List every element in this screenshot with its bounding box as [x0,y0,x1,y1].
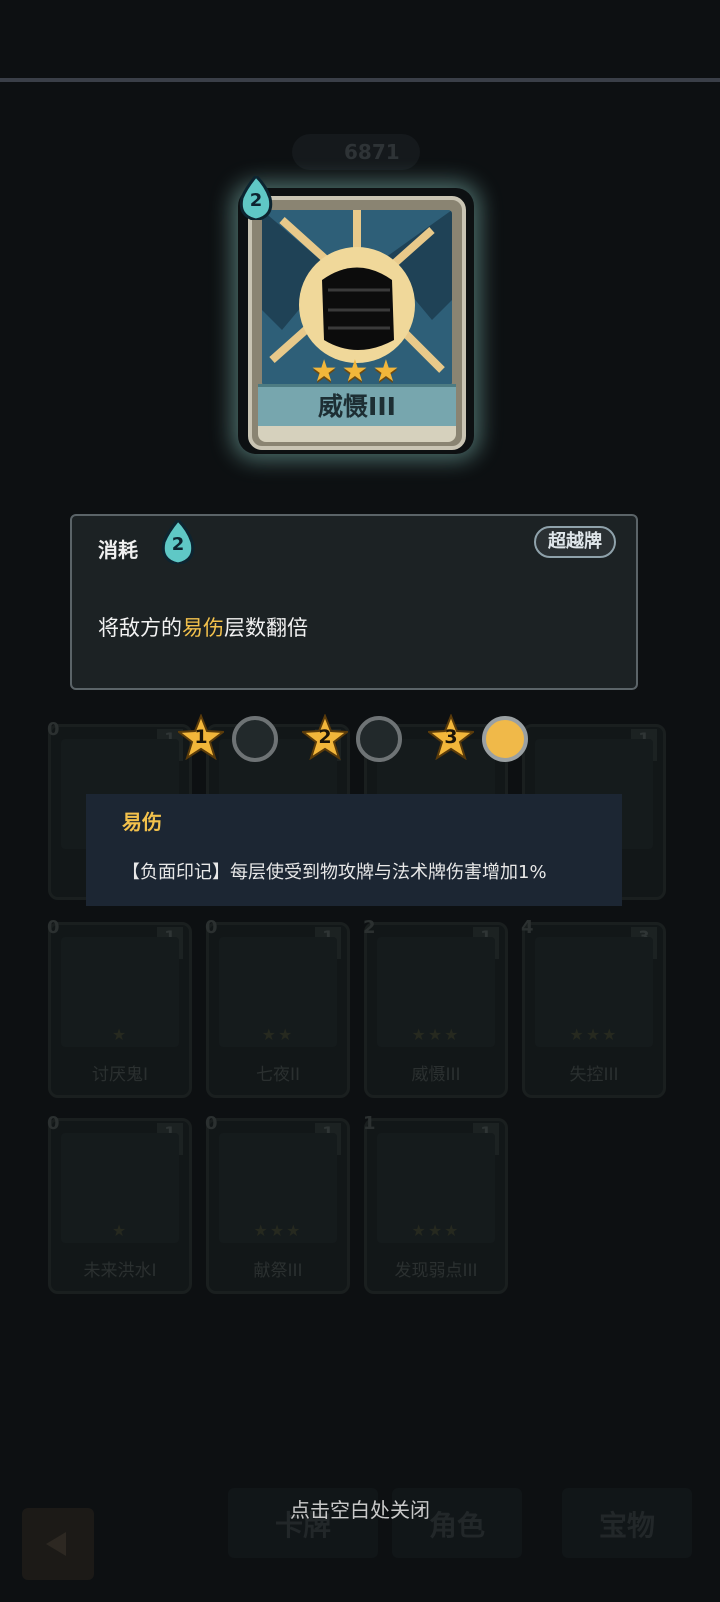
card-cost: 0 [205,917,218,938]
currency-value: 6871 [344,140,400,164]
card-cost: 4 [521,917,534,938]
level-star-icon: 2 [300,713,350,761]
desc-suffix: 层数翻倍 [224,616,308,640]
level-star-icon: 1 [176,713,226,761]
card-stars: ★★★ [253,1221,303,1240]
card-cost: 0 [47,719,60,740]
tooltip-title: 易伤 [122,810,162,834]
deck-card[interactable]: 1 1 ★★★ 发现弱点III [363,1113,508,1294]
card-cost: 0 [47,1113,60,1134]
card-cost: 0 [205,1113,218,1134]
card-description: 将敌方的易伤层数翻倍 [98,612,308,642]
cost-flame-icon: 2 [236,173,276,222]
level-option-3[interactable]: 3 [426,713,528,762]
featured-card: ★★★ 威慑III [248,196,466,450]
top-divider [0,78,720,82]
deck-card[interactable]: 4 3 ★★★ 失控III [521,917,666,1098]
level-option-2[interactable]: 2 [300,713,402,762]
card-stars: ★★★ [411,1221,461,1240]
card-cost: 2 [363,917,376,938]
deck-card[interactable]: 0 1 ★ 未来洪水I [47,1113,192,1294]
card-cost: 0 [47,917,60,938]
level-option-1[interactable]: 1 [176,713,278,762]
level-star-icon: 3 [426,713,476,761]
deck-card[interactable]: 2 1 ★★★ 威慑III [363,917,508,1098]
level-radio-selected[interactable] [482,716,528,762]
deck-card[interactable]: 0 1 ★★ 七夜II [205,917,350,1098]
card-cost: 2 [249,190,263,211]
level-number: 1 [194,726,208,748]
transcend-badge: 超越牌 [534,526,616,558]
card-name: 威慑III [411,1065,461,1085]
card-bottom-strip [258,426,456,442]
card-name: 讨厌鬼I [91,1065,148,1085]
card-name: 失控III [569,1065,619,1085]
card-cost: 1 [363,1113,376,1134]
desc-prefix: 将敌方的 [98,616,182,640]
card-frame: ★★★ 威慑III [248,196,466,450]
level-radio[interactable] [232,716,278,762]
card-name: 威慑III [318,392,396,421]
card-name: 七夜II [255,1065,301,1085]
keyword-tooltip: 易伤 【负面印记】每层使受到物攻牌与法术牌伤害增加1% [86,794,622,906]
card-name: 未来洪水I [83,1261,157,1281]
card-name: 发现弱点III [394,1261,478,1281]
card-name: 献祭III [253,1261,303,1281]
card-namebar: 威慑III [258,384,456,427]
cost-value: 2 [171,534,185,555]
card-stars: ★★★ [411,1025,461,1044]
level-number: 2 [318,726,332,748]
desc-keyword[interactable]: 易伤 [182,616,224,640]
cost-label: 消耗 [98,538,138,562]
deck-card[interactable]: 0 1 ★ 讨厌鬼I [47,917,192,1098]
tooltip-text: 【负面印记】每层使受到物攻牌与法术牌伤害增加1% [122,862,547,883]
level-number: 3 [444,726,458,748]
close-hint[interactable]: 点击空白处关闭 [0,1494,720,1523]
card-stars: ★★ [261,1025,295,1044]
level-radio[interactable] [356,716,402,762]
card-stars: ★ [111,1025,129,1044]
currency-display: 6871 [292,134,420,170]
cost-flame-icon: 2 [158,517,198,566]
card-detail-panel: 消耗 2 超越牌 将敌方的易伤层数翻倍 [70,514,638,690]
deck-card[interactable]: 0 1 ★★★ 献祭III [205,1113,350,1294]
card-stars: ★ [111,1221,129,1240]
card-stars: ★★★ [569,1025,619,1044]
